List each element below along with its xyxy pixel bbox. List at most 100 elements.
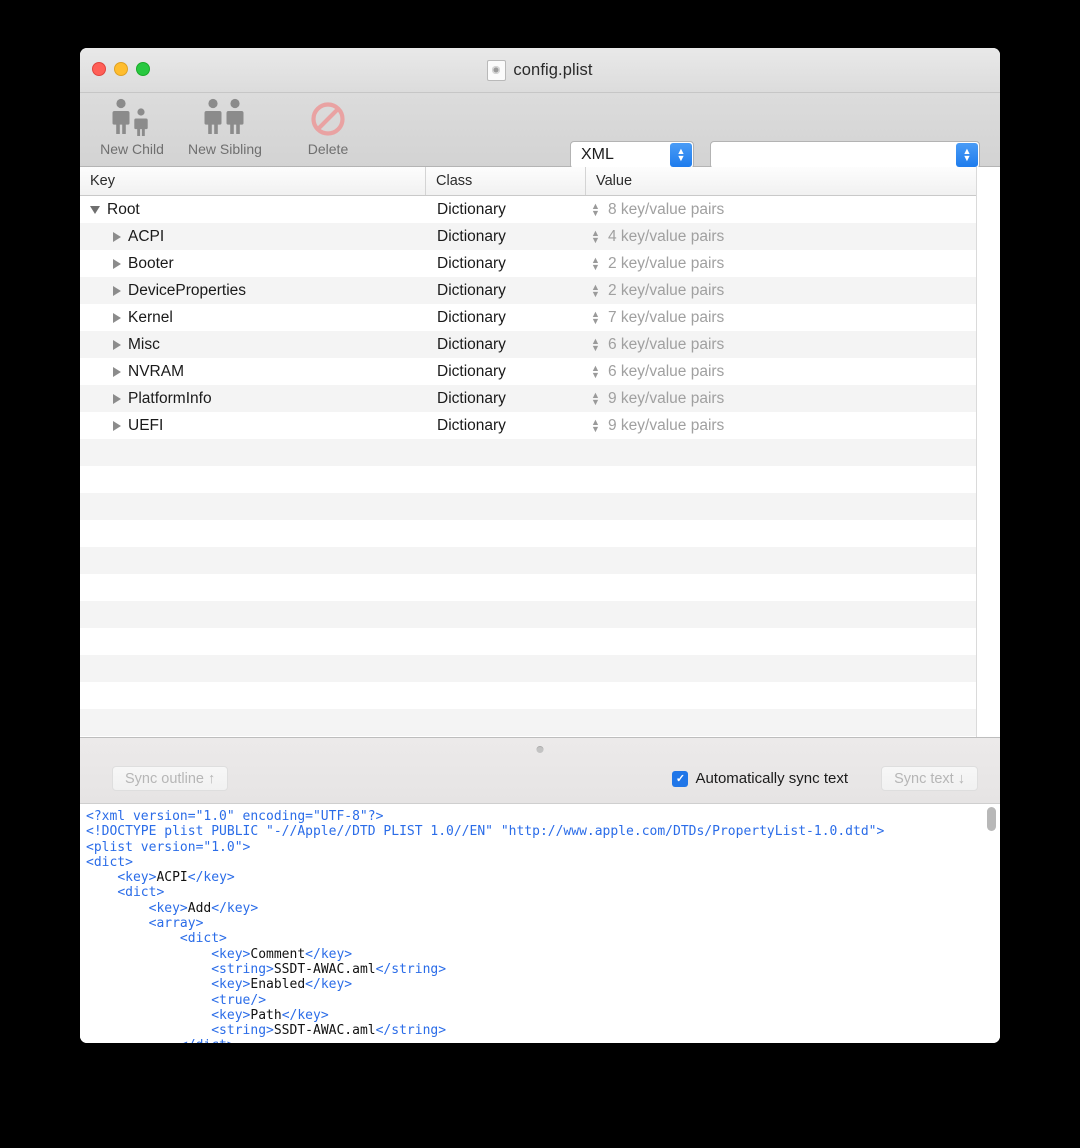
table-row-empty[interactable]	[80, 493, 1000, 520]
cell-key: UEFI	[80, 412, 425, 439]
value-stepper-icon[interactable]: ▲ ▼	[590, 282, 601, 298]
table-row-empty[interactable]	[80, 439, 1000, 466]
screenshot-root: config.plist New Child New Sibling Delet…	[0, 0, 1080, 1148]
value-label: 2 key/value pairs	[608, 281, 725, 299]
delete-button[interactable]: Delete	[273, 95, 383, 157]
table-row-empty[interactable]	[80, 466, 1000, 493]
textview-scrollbar[interactable]	[987, 807, 996, 1035]
xml-tag: <true/>	[211, 992, 267, 1008]
table-row[interactable]: PlatformInfo Dictionary ▲ ▼ 9 key/value pair…	[80, 385, 1000, 412]
cell-class[interactable]: Dictionary	[425, 385, 585, 412]
xml-tag: <string>	[211, 1023, 274, 1039]
value-stepper-icon[interactable]: ▲ ▼	[590, 255, 601, 271]
cell-value[interactable]: ▲ ▼ 7 key/value pairs	[585, 304, 977, 331]
table-right-gutter	[976, 167, 1000, 737]
value-stepper-icon[interactable]: ▲ ▼	[590, 201, 601, 217]
value-stepper-icon[interactable]: ▲ ▼	[590, 228, 601, 244]
new-sibling-button[interactable]: New Sibling	[170, 95, 280, 157]
cell-value[interactable]: ▲ ▼ 2 key/value pairs	[585, 250, 977, 277]
xml-text: Comment	[250, 946, 306, 962]
disclosure-triangle-collapsed-icon[interactable]	[113, 258, 121, 269]
disclosure-triangle-collapsed-icon[interactable]	[113, 420, 121, 431]
cell-value[interactable]: ▲ ▼ 2 key/value pairs	[585, 277, 977, 304]
cell-class[interactable]: Dictionary	[425, 223, 585, 250]
xml-tag: </key>	[305, 946, 353, 962]
xml-tag: </string>	[375, 961, 447, 977]
sync-text-button[interactable]: Sync text ↓	[881, 766, 978, 791]
table-row-empty[interactable]	[80, 520, 1000, 547]
table-row[interactable]: NVRAM Dictionary ▲ ▼ 6 key/value pairs	[80, 358, 1000, 385]
split-view-grabber[interactable]	[536, 746, 544, 753]
table-row[interactable]: Kernel Dictionary ▲ ▼ 7 key/value pairs	[80, 304, 1000, 331]
key-label: Kernel	[128, 308, 173, 326]
column-header-key[interactable]: Key	[80, 167, 425, 195]
cell-class[interactable]: Dictionary	[425, 331, 585, 358]
xml-line: <string>SSDT-AWAC.aml</string>	[86, 962, 1000, 977]
format-popup-button[interactable]: XML ▲ ▼	[570, 141, 694, 169]
xml-line: <dict>	[86, 855, 1000, 870]
table-row-empty[interactable]	[80, 547, 1000, 574]
format-stepper-icon[interactable]: ▲ ▼	[670, 143, 692, 167]
table-row[interactable]: DeviceProperties Dictionary ▲ ▼ 2 key/value …	[80, 277, 1000, 304]
xml-text	[86, 870, 117, 885]
value-label: 9 key/value pairs	[608, 389, 725, 407]
column-header-class[interactable]: Class	[425, 167, 585, 195]
xml-source-textview[interactable]: <?xml version="1.0" encoding="UTF-8"?> <!…	[80, 803, 1000, 1043]
key-label: Root	[107, 200, 140, 218]
table-row[interactable]: ACPI Dictionary ▲ ▼ 4 key/value pairs	[80, 223, 1000, 250]
cell-value[interactable]: ▲ ▼ 6 key/value pairs	[585, 331, 977, 358]
table-row-empty[interactable]	[80, 601, 1000, 628]
disclosure-triangle-collapsed-icon[interactable]	[113, 231, 121, 242]
value-label: 2 key/value pairs	[608, 254, 725, 272]
cell-value[interactable]: ▲ ▼ 9 key/value pairs	[585, 385, 977, 412]
cell-value[interactable]: ▲ ▼ 9 key/value pairs	[585, 412, 977, 439]
xml-tag: </dict>	[180, 1038, 235, 1043]
disclosure-triangle-collapsed-icon[interactable]	[113, 312, 121, 323]
xml-line: <plist version="1.0">	[86, 840, 1000, 855]
table-row[interactable]: Misc Dictionary ▲ ▼ 6 key/value pairs	[80, 331, 1000, 358]
cell-class[interactable]: Dictionary	[425, 412, 585, 439]
table-row[interactable]: Booter Dictionary ▲ ▼ 2 key/value pairs	[80, 250, 1000, 277]
disclosure-triangle-collapsed-icon[interactable]	[113, 366, 121, 377]
table-row-empty[interactable]	[80, 628, 1000, 655]
cell-value[interactable]: ▲ ▼ 4 key/value pairs	[585, 223, 977, 250]
cell-key: Kernel	[80, 304, 425, 331]
value-stepper-icon[interactable]: ▲ ▼	[590, 417, 601, 433]
value-stepper-icon[interactable]: ▲ ▼	[590, 336, 601, 352]
cell-class[interactable]: Dictionary	[425, 358, 585, 385]
xml-text: SSDT-AWAC.aml	[273, 961, 376, 977]
xml-line: <string>SSDT-AWAC.aml</string>	[86, 1023, 1000, 1038]
value-stepper-icon[interactable]: ▲ ▼	[590, 363, 601, 379]
view-as-stepper-icon[interactable]: ▲ ▼	[956, 143, 978, 167]
textview-scrollbar-thumb[interactable]	[987, 807, 996, 831]
xml-tag: <key>	[211, 977, 251, 993]
cell-key: PlatformInfo	[80, 385, 425, 412]
disclosure-triangle-collapsed-icon[interactable]	[113, 393, 121, 404]
window-titlebar: config.plist	[80, 48, 1000, 93]
auto-sync-checkbox[interactable]: ✓	[672, 770, 689, 787]
auto-sync-text-control[interactable]: ✓ Automatically sync text	[672, 766, 848, 791]
delete-label: Delete	[307, 141, 349, 157]
cell-class[interactable]: Dictionary	[425, 277, 585, 304]
cell-class[interactable]: Dictionary	[425, 196, 585, 223]
cell-class[interactable]: Dictionary	[425, 304, 585, 331]
disclosure-triangle-collapsed-icon[interactable]	[113, 285, 121, 296]
cell-key: Booter	[80, 250, 425, 277]
value-stepper-icon[interactable]: ▲ ▼	[590, 390, 601, 406]
column-header-value[interactable]: Value	[585, 167, 977, 195]
sync-outline-button[interactable]: Sync outline ↑	[112, 766, 229, 791]
table-row[interactable]: Root Dictionary ▲ ▼ 8 key/value pairs	[80, 196, 1000, 223]
table-row-empty[interactable]	[80, 655, 1000, 682]
table-row-empty[interactable]	[80, 682, 1000, 709]
cell-class[interactable]: Dictionary	[425, 250, 585, 277]
cell-value[interactable]: ▲ ▼ 8 key/value pairs	[585, 196, 977, 223]
table-row-empty[interactable]	[80, 574, 1000, 601]
table-row[interactable]: UEFI Dictionary ▲ ▼ 9 key/value pairs	[80, 412, 1000, 439]
disclosure-triangle-collapsed-icon[interactable]	[113, 339, 121, 350]
xml-text: Add	[187, 900, 212, 916]
value-stepper-icon[interactable]: ▲ ▼	[590, 309, 601, 325]
table-row-empty[interactable]	[80, 709, 1000, 736]
view-as-popup-button[interactable]: ▲ ▼	[710, 141, 980, 169]
cell-value[interactable]: ▲ ▼ 6 key/value pairs	[585, 358, 977, 385]
disclosure-triangle-expanded-icon[interactable]	[90, 205, 100, 214]
